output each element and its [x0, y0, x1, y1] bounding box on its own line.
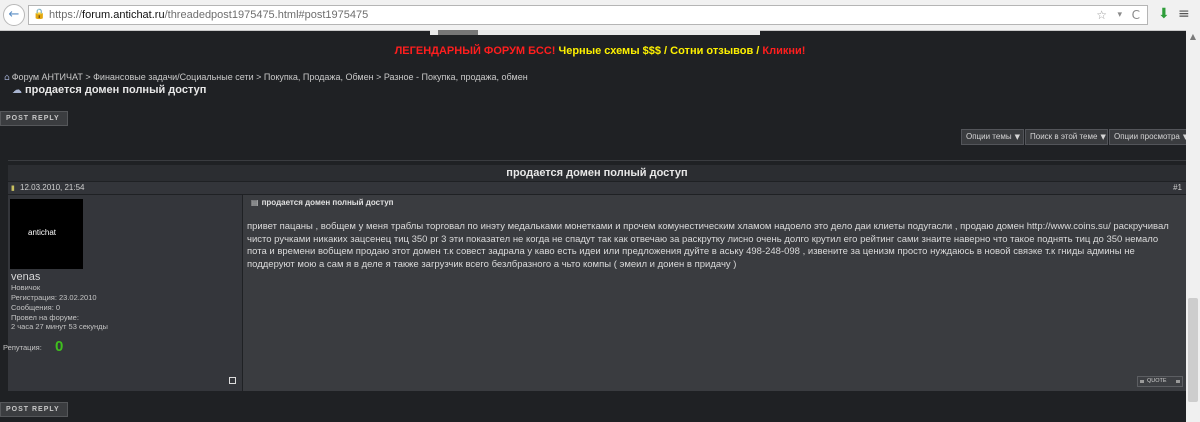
user-online-label: Провел на форуме:: [11, 313, 79, 322]
ad-part-1: ЛЕГЕНДАРНЫЙ ФОРУМ БСС!: [394, 45, 556, 57]
url-host: forum.antichat.ru: [82, 9, 165, 21]
bookmark-star-icon[interactable]: ☆: [1096, 6, 1107, 24]
post-date: 12.03.2010, 21:54: [20, 183, 85, 192]
back-arrow-icon[interactable]: ←: [3, 4, 25, 26]
reputation-label: Репутация:: [3, 343, 42, 352]
quote-label: QUOTE: [1147, 378, 1167, 384]
forum-home-icon[interactable]: ⌂: [4, 73, 10, 83]
address-bar[interactable]: 🔒 https://forum.antichat.ru/threadedpost…: [28, 5, 1148, 25]
avatar-text: antichat: [28, 228, 57, 237]
thread-options-label: Опции темы: [966, 132, 1012, 141]
browser-toolbar: ← 🔒 https://forum.antichat.ru/threadedpo…: [0, 0, 1200, 31]
reload-icon[interactable]: C: [1132, 6, 1140, 24]
user-rank: Новичок: [11, 283, 41, 292]
view-options-button[interactable]: Опции просмотра▼: [1109, 129, 1189, 145]
quote-left-icon: [1140, 380, 1144, 383]
url-dropdown-icon[interactable]: ▾: [1117, 6, 1122, 24]
chevron-down-icon: ▼: [1100, 133, 1106, 141]
banner-image-graphic: [438, 30, 478, 35]
ad-part-2: Черные схемы $$$ / Сотни отзывов /: [555, 45, 763, 57]
post-title-text: продается домен полный доступ: [261, 198, 394, 207]
user-online-value: 2 часа 27 минут 53 секунды: [11, 322, 108, 331]
post-date-row: ▮ 12.03.2010, 21:54 #1: [8, 182, 1186, 194]
post-header-title: продается домен полный доступ: [8, 165, 1186, 181]
username-link[interactable]: venas: [11, 271, 40, 283]
user-info-panel: antichat venas Новичок Регистрация: 23.0…: [8, 195, 242, 391]
breadcrumb-text[interactable]: Форум АНТИЧАТ > Финансовые задачи/Социал…: [12, 72, 528, 82]
menu-icon[interactable]: ≡: [1178, 5, 1190, 23]
document-icon: ▤: [251, 198, 259, 207]
reputation-value: 0: [55, 338, 64, 355]
ad-part-3: Кликни!: [762, 45, 806, 57]
post-title: ▤ продается домен полный доступ: [251, 198, 393, 207]
post-reply-button-bottom[interactable]: POST REPLY: [0, 402, 68, 417]
url-path: /threadedpost1975475.html#post1975475: [164, 9, 369, 21]
divider: [8, 160, 1186, 161]
page-title: ☁ продается домен полный доступ: [12, 84, 206, 96]
search-thread-button[interactable]: Поиск в этой теме ▼: [1025, 129, 1108, 145]
search-thread-label: Поиск в этой теме: [1030, 132, 1098, 141]
chevron-down-icon: ▼: [1014, 133, 1020, 141]
url-text: https://forum.antichat.ru/threadedpost19…: [49, 6, 368, 24]
scrollbar-thumb[interactable]: [1188, 298, 1198, 402]
banner-image[interactable]: [430, 30, 760, 35]
lock-icon: 🔒: [33, 9, 46, 20]
download-icon[interactable]: ⬇: [1158, 5, 1170, 23]
post-reply-button-top[interactable]: POST REPLY: [0, 111, 68, 126]
breadcrumb: ⌂ Форум АНТИЧАТ > Финансовые задачи/Социа…: [4, 72, 528, 83]
url-scheme: https://: [49, 9, 83, 21]
scroll-up-icon[interactable]: ▲: [1186, 32, 1200, 41]
avatar[interactable]: antichat: [10, 199, 83, 269]
checkbox-icon[interactable]: [229, 377, 236, 384]
post-status-icon: ▮: [11, 184, 15, 192]
thread-icon: ☁: [12, 85, 22, 96]
scrollbar[interactable]: ▲: [1186, 30, 1200, 422]
user-messages: Сообщения: 0: [11, 303, 61, 312]
user-registration: Регистрация: 23.02.2010: [11, 293, 97, 302]
post-number-link[interactable]: #1: [1173, 182, 1182, 194]
quote-right-icon: [1176, 380, 1180, 383]
view-options-label: Опции просмотра: [1114, 132, 1180, 141]
ad-banner-link[interactable]: ЛЕГЕНДАРНЫЙ ФОРУМ БСС! Черные схемы $$$ …: [0, 45, 1200, 57]
post-message: привет пацаны , вобщем у меня траблы тор…: [247, 221, 1169, 270]
quote-button[interactable]: QUOTE: [1137, 376, 1183, 387]
thread-title-text: продается домен полный доступ: [25, 84, 207, 96]
thread-options-button[interactable]: Опции темы ▼: [961, 129, 1024, 145]
post-content: ▤ продается домен полный доступ привет па…: [243, 195, 1186, 391]
